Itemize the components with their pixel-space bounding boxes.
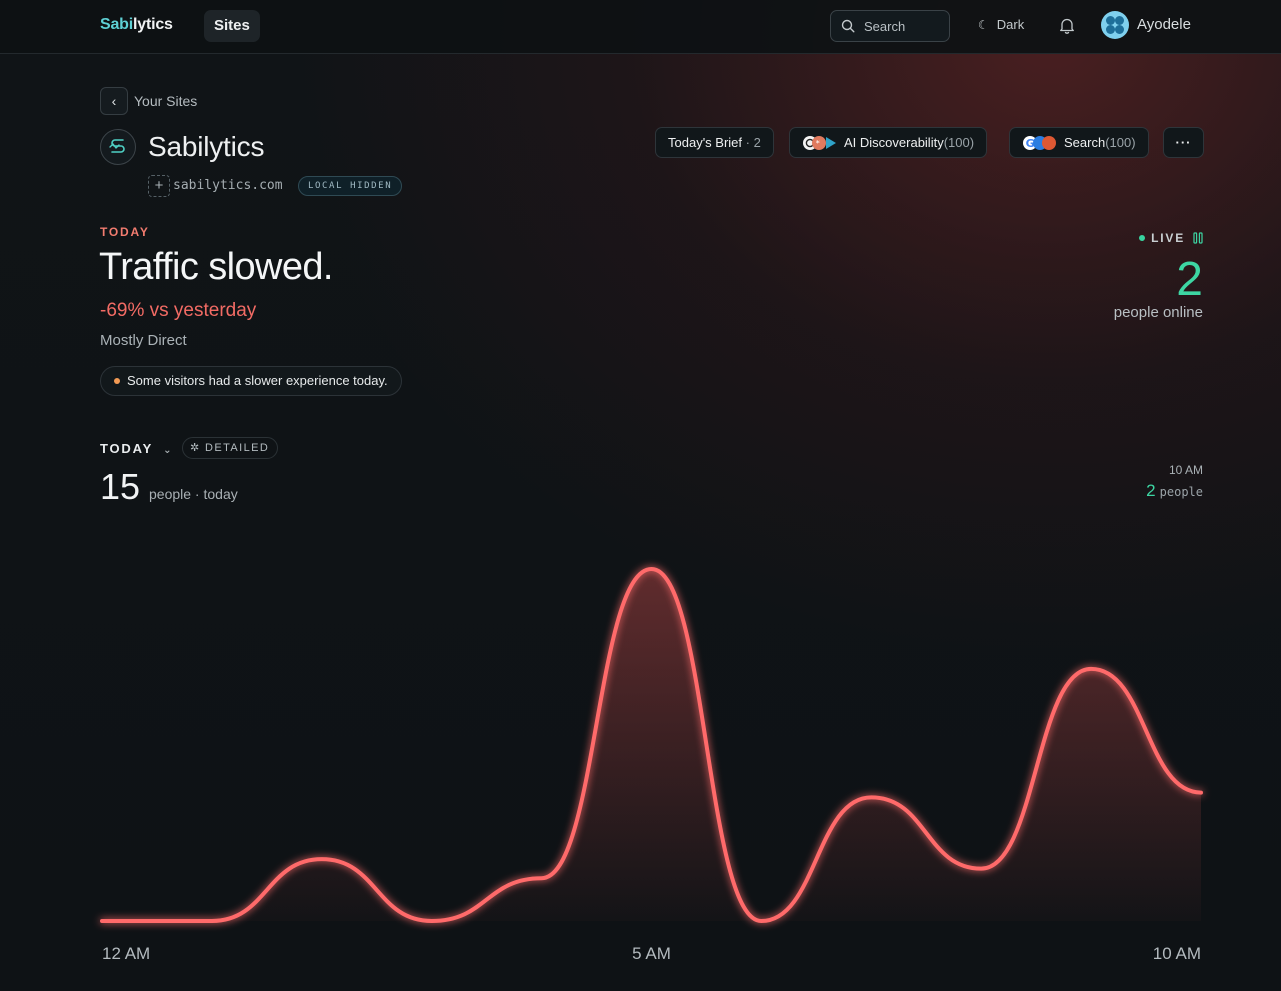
period-selector[interactable]: TODAY ⌄ — [100, 441, 173, 456]
search-engines-icon: G — [1023, 135, 1056, 150]
user-avatar[interactable] — [1101, 11, 1129, 39]
sites-nav-button[interactable]: Sites — [204, 10, 260, 42]
x-tick-label: 5 AM — [632, 944, 671, 963]
more-dots-icon: ··· — [1175, 135, 1192, 150]
hover-time: 10 AM — [1168, 463, 1203, 477]
live-dot-icon — [1139, 234, 1146, 241]
traffic-chart[interactable]: 12 AM 5 AM 10 AM — [0, 540, 1281, 991]
chart-point-5[interactable] — [644, 561, 660, 577]
theme-toggle[interactable]: ☾ Dark — [978, 17, 1024, 32]
todays-brief-count: · 2 — [745, 135, 761, 150]
search-visibility-button[interactable]: G Search(100) — [1009, 127, 1149, 158]
hover-unit: people — [1159, 485, 1203, 499]
hover-value: 2 people — [1146, 481, 1203, 501]
hero-source: Mostly Direct — [100, 332, 187, 349]
chart-point-2[interactable] — [314, 851, 330, 867]
ai-discoverability-button[interactable]: * AI Discoverability(100) — [789, 127, 988, 158]
todays-brief-label: Today's Brief — [668, 135, 743, 150]
search-visibility-score: (100) — [1105, 135, 1136, 150]
local-hidden-badge: LOCAL HIDDEN — [298, 176, 403, 196]
hover-count: 2 — [1146, 481, 1156, 500]
chart-point-9[interactable] — [1083, 661, 1099, 677]
brand-logo[interactable]: Sabilytics — [100, 16, 173, 34]
live-caption: people online — [1113, 304, 1203, 321]
theme-label: Dark — [996, 17, 1025, 32]
chevron-down-icon: ⌄ — [163, 445, 174, 456]
top-bar: Sabilytics Sites Search ⌘K ☾ Dark Ayodele — [0, 0, 1281, 54]
sparkle-icon: ✲ — [190, 442, 201, 454]
chart-area-fill — [102, 569, 1201, 921]
live-count: 2 — [1176, 253, 1203, 306]
add-domain-button[interactable]: + — [148, 175, 170, 197]
search-visibility-label: Search — [1064, 135, 1106, 150]
ai-discoverability-score: (100) — [943, 135, 975, 150]
breadcrumb-your-sites[interactable]: Your Sites — [134, 93, 197, 109]
chart-point-1[interactable] — [204, 913, 220, 929]
chart-point-7[interactable] — [863, 789, 879, 805]
chart-point-10[interactable] — [1193, 785, 1209, 801]
site-logo — [100, 129, 136, 165]
x-tick-label: 12 AM — [102, 944, 150, 963]
hero-period-label: TODAY — [100, 225, 150, 239]
site-domain: sabilytics.com — [173, 178, 283, 193]
chart-point-3[interactable] — [424, 913, 440, 929]
ai-engines-icon: * — [803, 135, 836, 150]
chart-point-8[interactable] — [973, 861, 989, 877]
live-label: LIVE — [1151, 231, 1185, 245]
search-label: Search — [864, 19, 906, 34]
site-logo-icon — [109, 139, 125, 153]
performance-notice[interactable]: Some visitors had a slower experience to… — [100, 366, 402, 396]
more-options-button[interactable]: ··· — [1163, 127, 1204, 158]
hero-headline: Traffic slowed. — [99, 246, 333, 288]
svg-text:*: * — [816, 139, 820, 148]
total-visitors: 15 — [100, 466, 141, 507]
detailed-toggle[interactable]: ✲ DETAILED — [182, 437, 279, 459]
detailed-label: DETAILED — [205, 442, 270, 454]
site-title: Sabilytics — [148, 131, 265, 162]
plus-icon: + — [154, 177, 164, 194]
brand-logo-part2: lytics — [133, 16, 173, 33]
live-indicator: LIVE — [1139, 231, 1203, 245]
back-button[interactable]: ‹ — [100, 87, 128, 115]
user-name[interactable]: Ayodele — [1137, 16, 1191, 33]
period-label: TODAY — [100, 441, 154, 456]
search-button[interactable]: Search ⌘K — [830, 10, 950, 42]
x-tick-label: 10 AM — [1153, 944, 1201, 963]
todays-brief-button[interactable]: Today's Brief · 2 — [655, 127, 774, 158]
page: Sabilytics Sites Search ⌘K ☾ Dark Ayodele… — [0, 0, 1281, 991]
search-icon — [841, 19, 855, 33]
chart-point-4[interactable] — [534, 870, 550, 886]
chevron-left-icon: ‹ — [111, 93, 117, 109]
ai-discoverability-label: AI Discoverability — [844, 135, 944, 150]
chart-point-6[interactable] — [753, 913, 769, 929]
brand-logo-part1: Sabi — [100, 16, 133, 33]
hero-delta: -69% vs yesterday — [100, 300, 257, 321]
bell-icon[interactable] — [1059, 17, 1075, 34]
total-visitors-caption: people · today — [149, 486, 238, 502]
moon-icon: ☾ — [978, 18, 989, 32]
pause-icon[interactable] — [1193, 232, 1203, 244]
